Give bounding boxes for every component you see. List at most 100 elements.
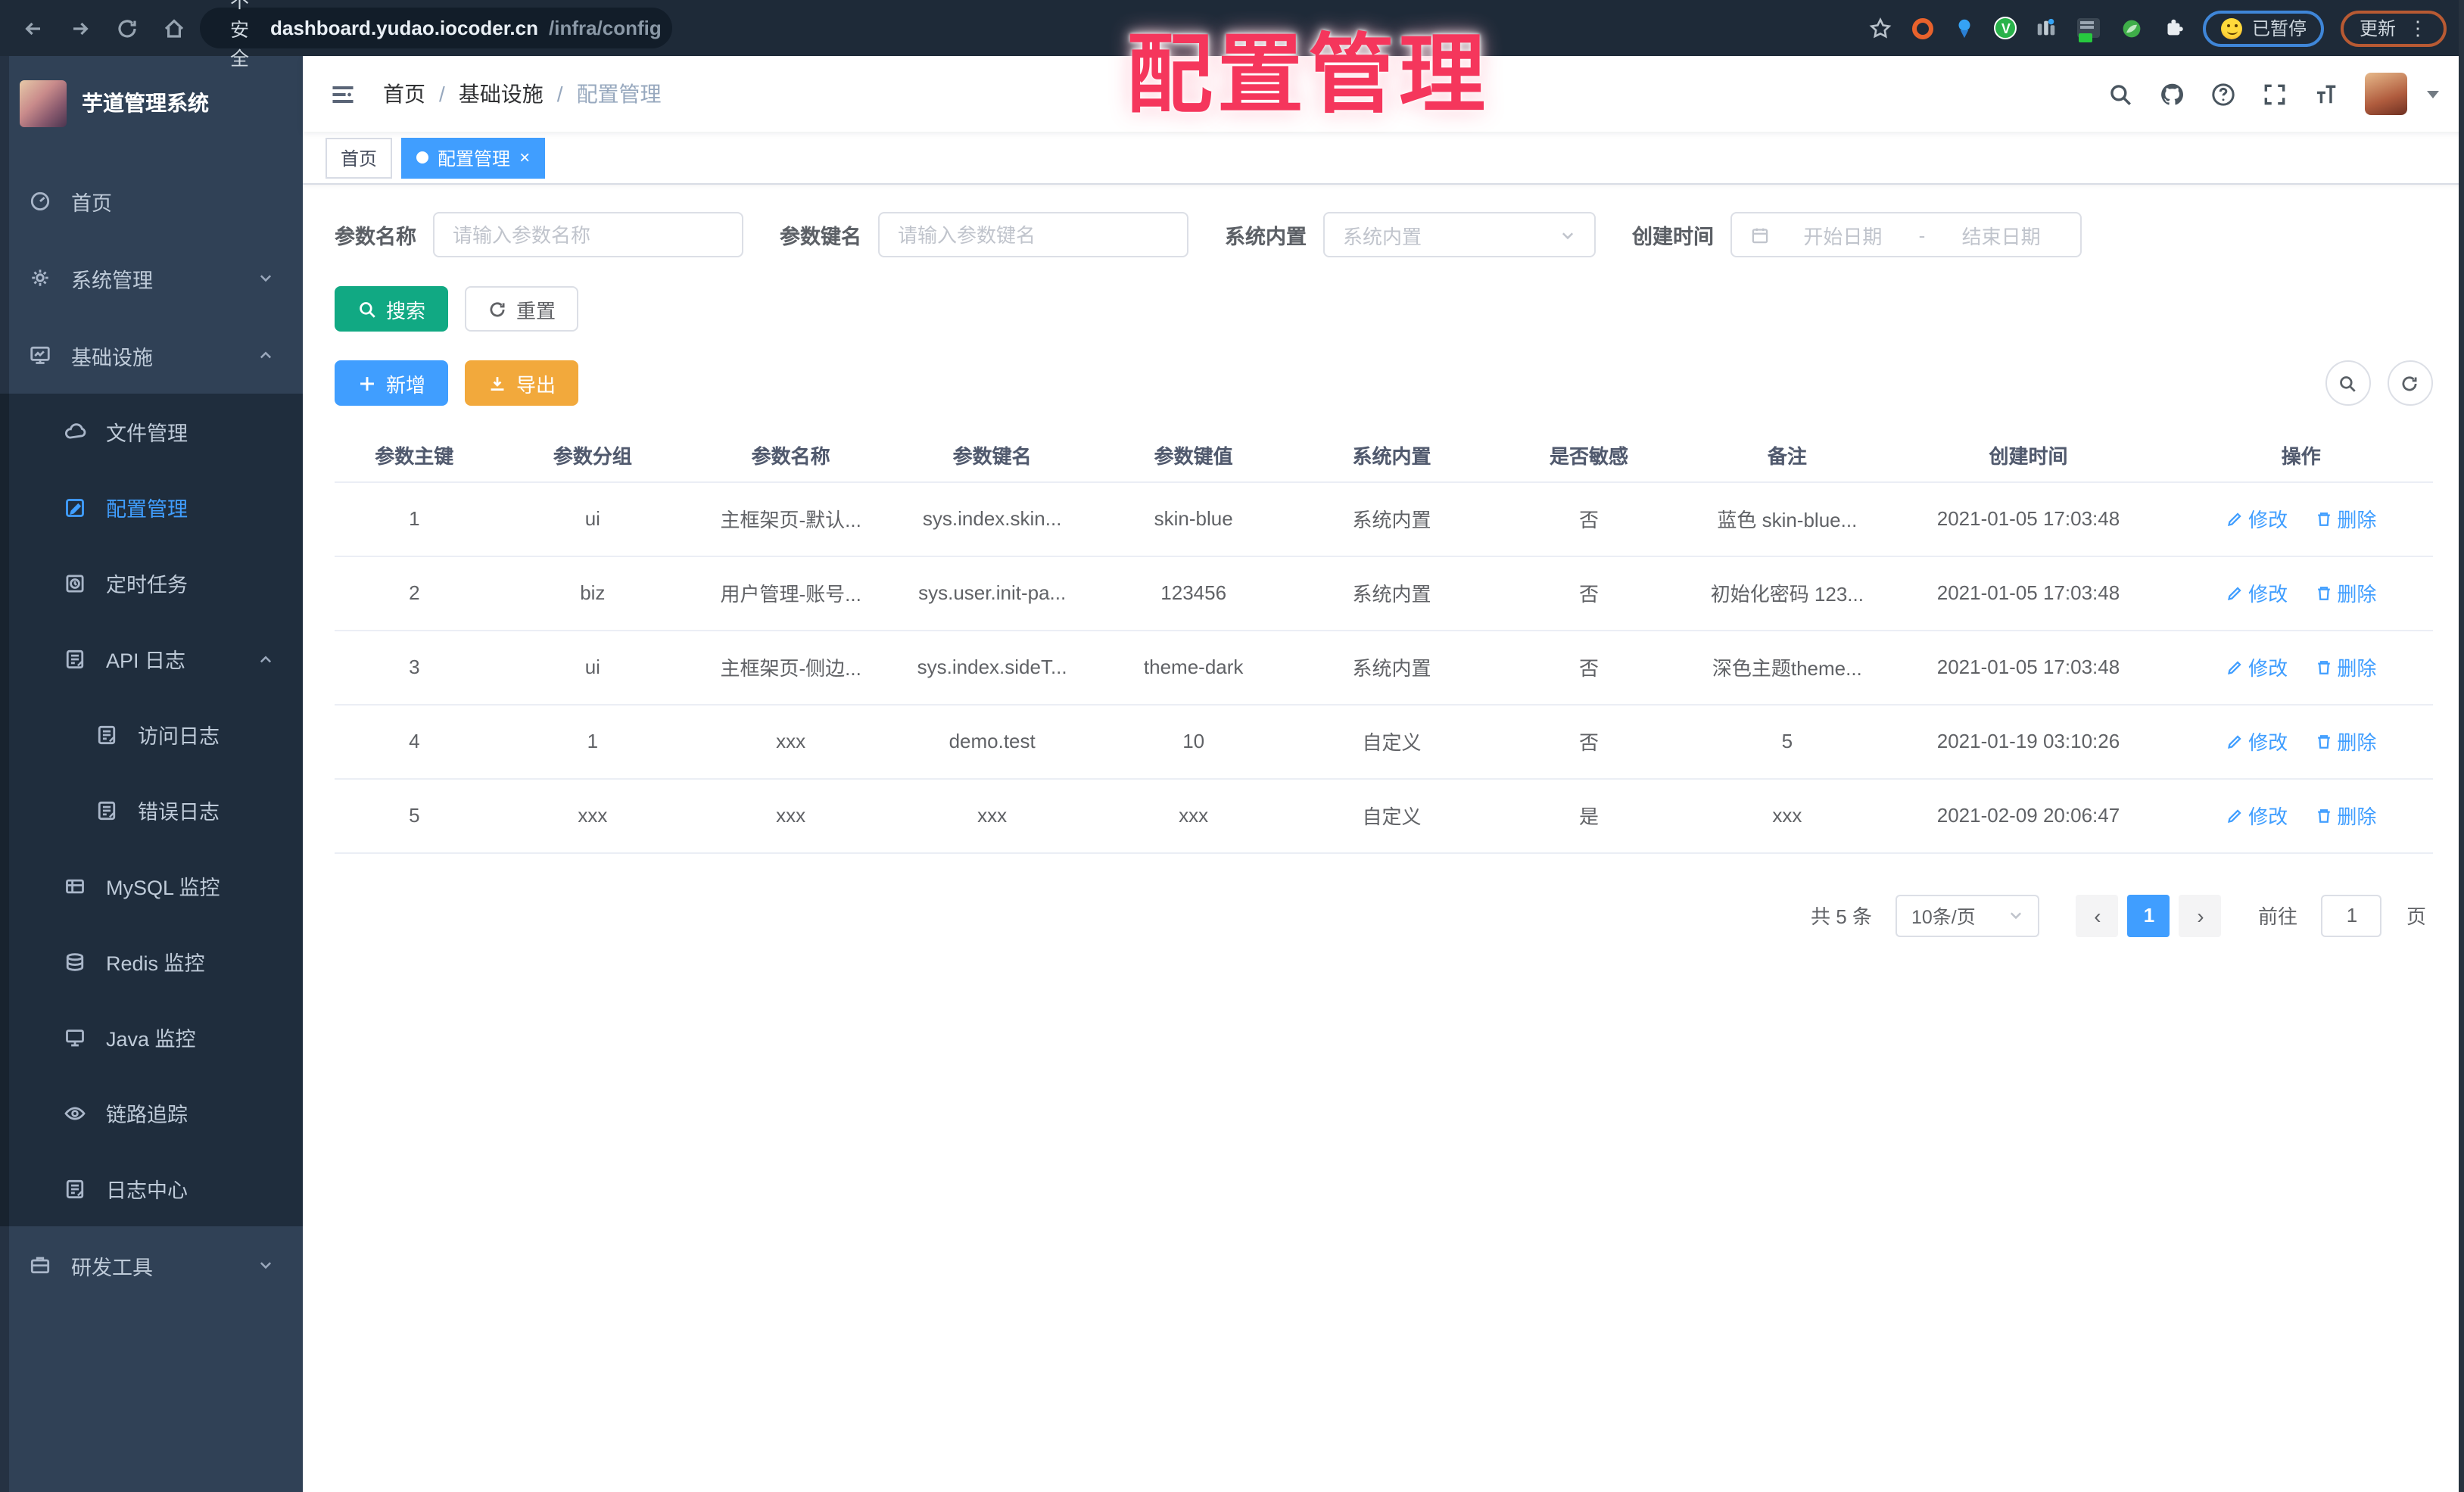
sidebar-item-mysql-monitor[interactable]: MySQL 监控 [0, 848, 303, 924]
breadcrumb-item-infra[interactable]: 基础设施 [459, 79, 544, 109]
page-size-select[interactable]: 10条/页 [1896, 894, 2040, 936]
app-logo[interactable]: 芋道管理系统 [0, 56, 303, 150]
edit-link[interactable]: 修改 [2226, 578, 2288, 607]
export-button[interactable]: 导出 [465, 360, 579, 406]
sidebar-collapse-icon[interactable] [329, 79, 357, 108]
user-menu-caret-icon[interactable] [2426, 90, 2438, 98]
create-time-range-picker[interactable]: 开始日期 - 结束日期 [1730, 212, 2082, 257]
close-tab-icon[interactable]: × [519, 148, 530, 167]
font-size-icon[interactable] [2313, 81, 2338, 107]
sidebar-item-label: 首页 [71, 192, 112, 214]
sidebar-item-api-log[interactable]: API 日志 [0, 621, 303, 696]
sidebar-item-file-management[interactable]: 文件管理 [0, 394, 303, 469]
sidebar-item-access-log[interactable]: 访问日志 [0, 696, 303, 772]
prev-page-button[interactable]: ‹ [2076, 894, 2119, 936]
search-button[interactable]: 搜索 [335, 286, 449, 332]
table-cell-actions: 修改 删除 [2170, 556, 2432, 631]
goto-page-input[interactable] [2321, 894, 2382, 936]
param-name-input[interactable] [433, 212, 743, 257]
breadcrumb: 首页 / 基础设施 / 配置管理 [383, 79, 662, 109]
sidebar-item-log-center[interactable]: 日志中心 [0, 1151, 303, 1226]
delete-link[interactable]: 删除 [2314, 801, 2376, 830]
app-body: 芋道管理系统 首页 系统管理 基础设施 文件管理 配置管理 定时任务 API 日… [0, 56, 2464, 1492]
sidebar-item-label: MySQL 监控 [106, 877, 220, 899]
param-key-input[interactable] [878, 212, 1188, 257]
table-cell: 5 [1687, 704, 1887, 779]
toggle-search-button[interactable] [2325, 360, 2370, 406]
sidebar-item-java-monitor[interactable]: Java 监控 [0, 999, 303, 1075]
edit-icon [2228, 512, 2241, 526]
system-builtin-select[interactable]: 系统内置 [1323, 212, 1596, 257]
delete-link[interactable]: 删除 [2314, 504, 2376, 533]
search-icon[interactable] [2107, 81, 2132, 107]
table-cell: 2021-01-19 03:10:26 [1886, 704, 2170, 779]
pagination: 共 5 条 10条/页 ‹ 1 › 前往 页 [335, 894, 2432, 936]
reload-icon[interactable] [115, 16, 139, 40]
breadcrumb-item-home[interactable]: 首页 [383, 79, 425, 109]
back-icon[interactable] [21, 16, 45, 40]
table-cell: 5 [335, 778, 494, 853]
edit-link[interactable]: 修改 [2226, 504, 2288, 533]
sidebar-item-infra[interactable]: 基础设施 [0, 316, 303, 394]
timer-icon [66, 574, 84, 592]
edit-icon [2228, 660, 2241, 674]
sidebar-item-home[interactable]: 首页 [0, 162, 303, 239]
browser-menu-icon[interactable]: ⋮ [2408, 18, 2428, 38]
sidebar-item-redis-monitor[interactable]: Redis 监控 [0, 924, 303, 999]
table-cell: 1 [335, 481, 494, 556]
sidebar-item-system[interactable]: 系统管理 [0, 239, 303, 316]
sidebar-item-label: 系统管理 [71, 269, 153, 291]
forward-icon[interactable] [68, 16, 92, 40]
address-bar[interactable]: 不安全 dashboard.yudao.iocoder.cn/infra/con… [200, 0, 672, 70]
tab-home[interactable]: 首页 [326, 137, 393, 178]
table-cell: 蓝色 skin-blue... [1687, 481, 1887, 556]
table-cell: demo.test [890, 704, 1095, 779]
page-scrollbar[interactable] [2458, 0, 2464, 1492]
ext-green-v-icon[interactable]: V [1994, 17, 2017, 39]
ext-pin-icon[interactable] [1952, 15, 1978, 41]
home-icon[interactable] [162, 16, 186, 40]
edit-link[interactable]: 修改 [2226, 653, 2288, 681]
delete-link[interactable]: 删除 [2314, 727, 2376, 755]
table-cell: 10 [1094, 704, 1294, 779]
sidebar-item-trace[interactable]: 链路追踪 [0, 1075, 303, 1151]
refresh-table-button[interactable] [2387, 360, 2432, 406]
github-icon[interactable] [2158, 81, 2184, 107]
tab-config-management[interactable]: 配置管理 × [401, 137, 546, 178]
table-cell: 2021-01-05 17:03:48 [1886, 556, 2170, 631]
bookmark-star-icon[interactable] [1869, 16, 1893, 40]
page-1-button[interactable]: 1 [2127, 894, 2170, 936]
sidebar-item-label: Redis 监控 [106, 952, 205, 975]
update-browser-button[interactable]: 更新 ⋮ [2341, 10, 2446, 46]
ext-orange-icon[interactable] [1910, 15, 1936, 41]
sidebar-item-error-log[interactable]: 错误日志 [0, 772, 303, 848]
delete-link[interactable]: 删除 [2314, 578, 2376, 607]
ext-on-badge-icon[interactable] [2076, 15, 2102, 42]
ext-leaf-icon[interactable] [2119, 15, 2145, 41]
edit-link[interactable]: 修改 [2226, 727, 2288, 755]
extensions-puzzle-icon[interactable] [2161, 15, 2187, 41]
fullscreen-icon[interactable] [2261, 81, 2287, 107]
tab-label: 配置管理 [438, 148, 511, 169]
chevron-down-icon [260, 1262, 272, 1269]
next-page-button[interactable]: › [2179, 894, 2222, 936]
sidebar-edge [0, 56, 9, 1492]
ext-cards-icon[interactable] [2034, 15, 2060, 41]
main-area: 首页 / 基础设施 / 配置管理 首页 配置管理 × 参数名称 请输入参数名称 … [303, 56, 2464, 1492]
reset-button[interactable]: 重置 [465, 286, 579, 332]
user-avatar[interactable] [2364, 73, 2406, 115]
sidebar-item-dev-tools[interactable]: 研发工具 [0, 1226, 303, 1304]
edit-link[interactable]: 修改 [2226, 801, 2288, 830]
add-button[interactable]: 新增 [335, 360, 449, 406]
active-tab-dot [416, 151, 429, 164]
delete-link-label: 删除 [2337, 805, 2377, 828]
filter-label-type: 系统内置 [1225, 226, 1307, 248]
chevron-up-icon [260, 655, 272, 662]
recording-paused-pill[interactable]: 已暂停 [2203, 10, 2325, 46]
delete-link[interactable]: 删除 [2314, 653, 2376, 681]
sidebar-item-scheduled-tasks[interactable]: 定时任务 [0, 545, 303, 621]
sidebar-item-config-management[interactable]: 配置管理 [0, 469, 303, 545]
delete-link-label: 删除 [2337, 583, 2377, 606]
table-cell: 3 [335, 630, 494, 705]
help-icon[interactable] [2210, 81, 2235, 107]
